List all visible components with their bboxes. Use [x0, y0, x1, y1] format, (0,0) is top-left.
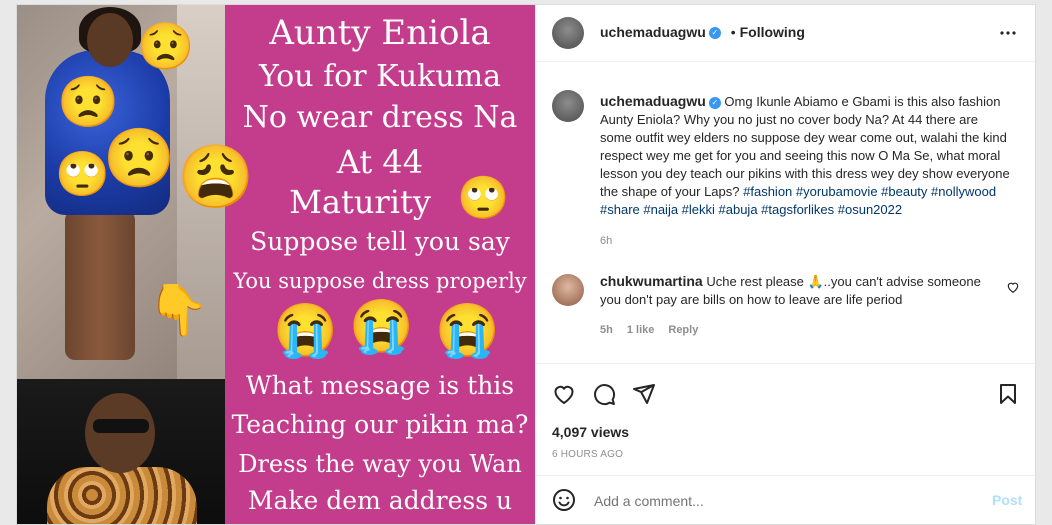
- eyeroll-emoji: 🙄: [55, 150, 110, 199]
- panel-line: Make dem address u: [247, 486, 513, 515]
- panel-line: No wear dress Na: [242, 100, 518, 135]
- photo-figure-legs: [65, 210, 135, 360]
- frown-emoji: 😟: [137, 20, 195, 72]
- comment-reply-button[interactable]: Reply: [668, 324, 698, 336]
- panel-line: Suppose tell you say: [250, 227, 510, 256]
- header-separator: •: [730, 24, 736, 40]
- more-options-icon[interactable]: [996, 23, 1020, 43]
- post-age[interactable]: 6 HOURS AGO: [552, 449, 623, 460]
- eyeroll-emoji: 🙄: [457, 174, 510, 221]
- panel-line: What message is this: [245, 371, 515, 400]
- photo-man-head: [85, 393, 155, 473]
- caption-avatar[interactable]: [552, 90, 584, 122]
- author-avatar[interactable]: [552, 17, 584, 49]
- follow-status-button[interactable]: Following: [740, 24, 805, 40]
- sob-emoji: 😭: [349, 298, 414, 356]
- panel-line: Aunty Eniola: [269, 13, 491, 53]
- sob-emoji: 😭: [435, 302, 500, 360]
- panel-line: You for Kukuma: [258, 59, 502, 94]
- post-header: uchemaduagwu ✓ • Following: [536, 5, 1035, 62]
- commenter-avatar[interactable]: [552, 274, 584, 306]
- add-comment-input[interactable]: [592, 490, 966, 512]
- comment-composer: Post: [536, 475, 1035, 524]
- frown-emoji: 😟: [57, 74, 120, 130]
- frown-emoji: 😟: [103, 126, 176, 191]
- sob-emoji: 😭: [273, 302, 338, 360]
- comment-username[interactable]: chukwumartina: [600, 273, 703, 289]
- author-username[interactable]: uchemaduagwu: [600, 24, 706, 40]
- post-actions: 4,097 views 6 HOURS AGO: [536, 363, 1035, 464]
- caption-time[interactable]: 6h: [600, 235, 612, 247]
- photo-figure-head: [87, 13, 133, 67]
- photo-man-sunglasses: [93, 419, 149, 433]
- post-dialog: 😟 😟 😟 🙄 👇 Aunty Eniola You for Kukuma No…: [16, 4, 1036, 525]
- post-sidebar: uchemaduagwu ✓ • Following uchemaduagwu ✓ O…: [535, 5, 1035, 524]
- view-count[interactable]: 4,097 views: [552, 424, 629, 440]
- caption-username[interactable]: uchemaduagwu: [600, 93, 706, 109]
- post-comment-button[interactable]: Post: [992, 492, 1022, 508]
- weary-emoji: 😩: [177, 143, 255, 212]
- post-media[interactable]: 😟 😟 😟 🙄 👇 Aunty Eniola You for Kukuma No…: [17, 5, 535, 524]
- verified-badge-icon: ✓: [708, 27, 721, 40]
- point-down-emoji: 👇: [147, 282, 210, 338]
- text-panel: Aunty Eniola You for Kukuma No wear dres…: [177, 5, 535, 524]
- panel-line: You suppose dress properly: [233, 269, 527, 293]
- caption-block: uchemaduagwu ✓ Omg Ikunle Abiamo e Gbami …: [600, 92, 1010, 219]
- comment-bubble-icon[interactable]: [592, 382, 616, 406]
- like-heart-icon[interactable]: [552, 382, 576, 406]
- comment-likes[interactable]: 1 like: [627, 324, 655, 336]
- like-comment-heart-icon[interactable]: [1006, 280, 1020, 294]
- emoji-smiley-icon[interactable]: [552, 488, 576, 512]
- photo-man: [17, 379, 225, 524]
- panel-line: Teaching our pikin ma?: [231, 410, 529, 439]
- panel-line: Dress the way you Wan: [238, 450, 522, 478]
- photo-man-shirt: [47, 467, 197, 524]
- comment-block: chukwumartina Uche rest please 🙏..you ca…: [600, 272, 1000, 309]
- comment-meta: 5h 1 like Reply: [600, 324, 712, 336]
- verified-badge-icon: ✓: [708, 96, 721, 109]
- save-bookmark-icon[interactable]: [996, 382, 1020, 406]
- share-paper-plane-icon[interactable]: [632, 382, 656, 406]
- comment-time[interactable]: 5h: [600, 324, 613, 336]
- comments-area[interactable]: uchemaduagwu ✓ Omg Ikunle Abiamo e Gbami …: [536, 62, 1035, 362]
